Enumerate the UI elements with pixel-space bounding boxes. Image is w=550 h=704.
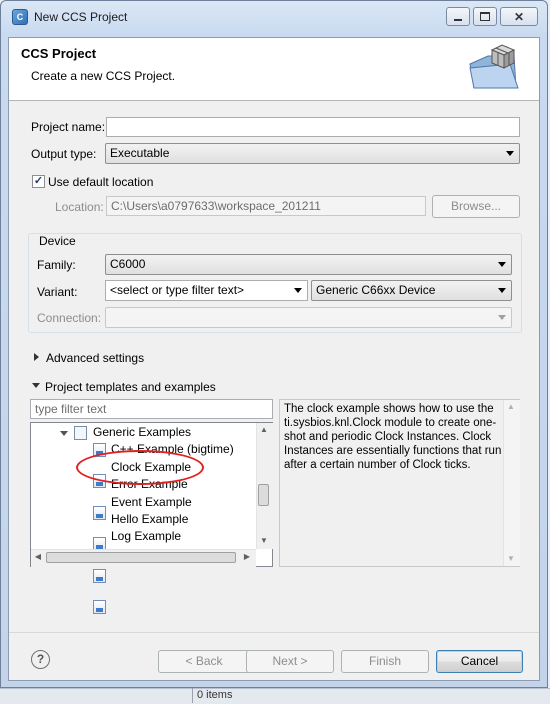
browse-button[interactable]: Browse...: [432, 195, 520, 218]
project-name-label: Project name:: [31, 120, 106, 134]
highlight-ellipse: [76, 450, 204, 485]
finish-button[interactable]: Finish: [341, 650, 429, 673]
example-icon: [93, 506, 106, 520]
tree-hscroll-thumb[interactable]: [46, 552, 236, 563]
variant-select[interactable]: Generic C66xx Device: [311, 280, 512, 301]
template-description: The clock example shows how to use the t…: [284, 403, 502, 471]
background-divider: [192, 688, 193, 703]
next-button[interactable]: Next >: [246, 650, 334, 673]
description-scrollbar[interactable]: [503, 400, 520, 566]
example-icon: [93, 569, 106, 583]
template-filter-input[interactable]: type filter text: [30, 399, 273, 419]
tree-item-event-example[interactable]: Event Example: [111, 494, 192, 511]
output-type-select[interactable]: Executable: [105, 143, 520, 164]
family-value: C6000: [110, 257, 146, 271]
minimize-button[interactable]: [446, 7, 470, 26]
use-default-location-label: Use default location: [48, 175, 154, 189]
connection-select[interactable]: [105, 307, 512, 328]
device-group-label: Device: [36, 234, 79, 248]
background-window-strip: [0, 688, 550, 704]
maximize-icon: [480, 12, 490, 21]
tree-item-generic-examples[interactable]: Generic Examples: [93, 424, 191, 441]
cancel-button[interactable]: Cancel: [436, 650, 523, 673]
variant-label: Variant:: [37, 285, 78, 299]
footer-divider: [9, 632, 539, 633]
back-button[interactable]: < Back: [158, 650, 250, 673]
advanced-settings-toggle[interactable]: Advanced settings: [46, 351, 144, 365]
family-select[interactable]: C6000: [105, 254, 512, 275]
location-input[interactable]: C:\Users\a0797633\workspace_201211: [106, 196, 426, 216]
project-name-input[interactable]: [106, 117, 520, 137]
folder-icon: [74, 426, 87, 440]
chevron-down-icon: [498, 315, 506, 320]
scroll-down-icon[interactable]: ▼: [256, 536, 272, 545]
close-icon: ✕: [513, 9, 525, 24]
help-icon[interactable]: ?: [31, 650, 50, 669]
use-default-location-checkbox[interactable]: ✓: [32, 175, 45, 188]
tree-item-hello-example[interactable]: Hello Example: [111, 511, 188, 528]
page-subtitle: Create a new CCS Project.: [31, 69, 176, 83]
scroll-up-icon[interactable]: ▲: [256, 425, 272, 434]
templates-section-toggle[interactable]: Project templates and examples: [45, 380, 216, 394]
chevron-down-icon: [294, 288, 302, 293]
variant-filter-combo[interactable]: <select or type filter text>: [105, 280, 308, 301]
connection-label: Connection:: [37, 311, 102, 325]
folder-cube-icon: [469, 44, 519, 89]
expand-arrow-icon[interactable]: [60, 431, 68, 436]
minimize-icon: [454, 18, 462, 21]
example-icon: [93, 600, 106, 614]
variant-filter-value: <select or type filter text>: [110, 283, 245, 297]
scroll-left-icon[interactable]: ◀: [33, 552, 43, 561]
page-title: CCS Project: [21, 46, 97, 61]
window-title: New CCS Project: [34, 10, 128, 24]
output-type-value: Executable: [110, 146, 170, 160]
tree-item-log-example[interactable]: Log Example: [111, 528, 181, 545]
scroll-right-icon[interactable]: ▶: [242, 552, 252, 561]
output-type-label: Output type:: [31, 147, 97, 161]
expand-arrow-icon[interactable]: [34, 353, 39, 361]
location-label: Location:: [55, 200, 104, 214]
chevron-down-icon: [498, 262, 506, 267]
tree-scroll-thumb[interactable]: [258, 484, 269, 506]
ccs-app-icon: C: [12, 9, 28, 25]
collapse-arrow-icon[interactable]: [32, 383, 40, 388]
scroll-up-icon[interactable]: ▲: [503, 402, 519, 411]
close-button[interactable]: ✕: [500, 7, 538, 26]
chevron-down-icon: [506, 151, 514, 156]
scroll-down-icon[interactable]: ▼: [503, 554, 519, 563]
check-icon: ✓: [33, 175, 44, 187]
background-status-text: 0 items: [197, 689, 233, 701]
maximize-button[interactable]: [473, 7, 497, 26]
family-label: Family:: [37, 258, 76, 272]
variant-value: Generic C66xx Device: [316, 283, 436, 297]
chevron-down-icon: [498, 288, 506, 293]
